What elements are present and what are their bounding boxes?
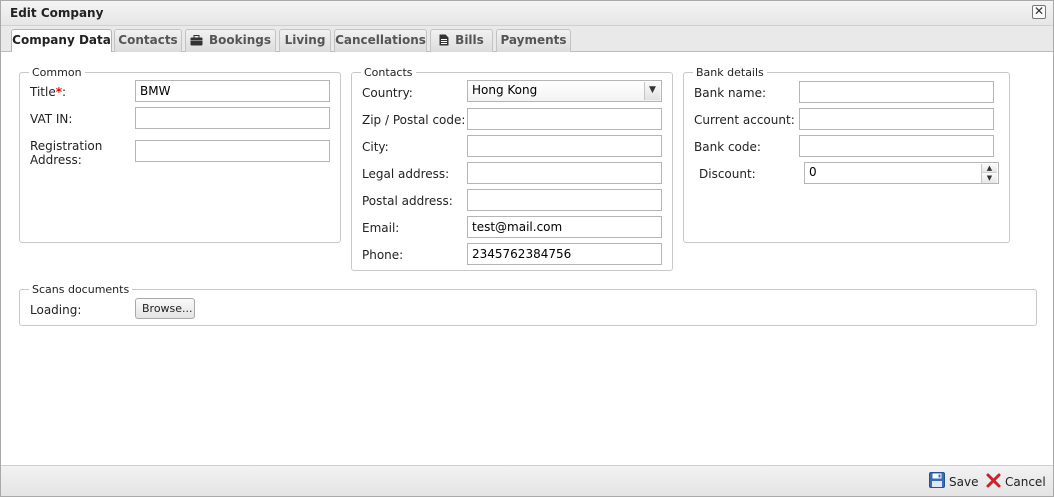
tab-cancellations[interactable]: Cancellations	[334, 29, 427, 52]
bank-name-label: Bank name:	[694, 86, 767, 100]
phone-label: Phone:	[362, 248, 404, 262]
discount-spinner[interactable]: 0 ▲ ▼	[804, 162, 999, 184]
tab-company-data[interactable]: Company Data	[11, 29, 112, 53]
floppy-disk-icon	[929, 472, 945, 491]
phone-input[interactable]	[467, 243, 662, 265]
registration-address-label: Registration Address:	[30, 139, 102, 167]
title-label: Title*:	[30, 85, 66, 99]
discount-label: Discount:	[699, 167, 756, 181]
window-title: Edit Company	[10, 6, 104, 20]
bank-code-input[interactable]	[799, 135, 994, 157]
email-label: Email:	[362, 221, 400, 235]
tab-label: Living	[284, 33, 326, 47]
legal-address-input[interactable]	[467, 162, 662, 184]
discount-value: 0	[809, 165, 817, 179]
tab-bookings[interactable]: Bookings	[185, 29, 276, 52]
cancel-button[interactable]: Cancel	[986, 472, 1046, 491]
current-account-input[interactable]	[799, 108, 994, 130]
zip-input[interactable]	[467, 108, 662, 130]
vat-in-input[interactable]	[135, 107, 330, 129]
save-label: Save	[949, 474, 979, 489]
city-input[interactable]	[467, 135, 662, 157]
dialog-footer: Save Cancel	[1, 465, 1053, 496]
title-label-text: Title	[30, 85, 56, 99]
title-input[interactable]	[135, 80, 330, 102]
country-label: Country:	[362, 86, 413, 100]
spin-up-icon[interactable]: ▲	[982, 164, 997, 173]
tab-label: Company Data	[12, 33, 111, 47]
tab-content-company-data: Common Title*: VAT IN: RegistrationAddre…	[1, 52, 1053, 465]
tab-label: Cancellations	[335, 33, 426, 47]
tab-label: Contacts	[118, 33, 178, 47]
bank-code-label: Bank code:	[694, 140, 761, 154]
tab-bar: Company Data Contacts Bookings Living Ca…	[1, 26, 1053, 53]
vat-in-label: VAT IN:	[30, 112, 73, 126]
city-label: City:	[362, 140, 389, 154]
legal-address-label: Legal address:	[362, 167, 450, 181]
browse-button[interactable]: Browse...	[135, 298, 195, 319]
tab-contacts[interactable]: Contacts	[114, 29, 182, 52]
bank-name-input[interactable]	[799, 81, 994, 103]
cancel-label: Cancel	[1005, 474, 1046, 489]
current-account-label: Current account:	[694, 113, 795, 127]
tab-bills[interactable]: Bills	[430, 29, 493, 52]
edit-company-window: Edit Company ✕ Company Data Contacts Boo…	[0, 0, 1054, 497]
country-select[interactable]: Hong Kong ▼	[467, 80, 662, 102]
registration-label-line2: Address:	[30, 153, 82, 167]
chevron-down-icon[interactable]: ▼	[644, 82, 660, 100]
country-selected-value: Hong Kong	[472, 83, 538, 97]
document-icon	[439, 32, 449, 53]
tab-label: Bills	[455, 33, 484, 47]
red-x-icon	[986, 473, 1001, 491]
common-legend: Common	[32, 66, 82, 79]
spin-down-icon[interactable]: ▼	[982, 174, 997, 183]
close-window-button[interactable]: ✕	[1032, 5, 1046, 19]
zip-label: Zip / Postal code:	[362, 113, 466, 127]
tab-living[interactable]: Living	[279, 29, 331, 52]
postal-address-input[interactable]	[467, 189, 662, 211]
registration-address-input[interactable]	[135, 140, 330, 162]
briefcase-icon	[190, 32, 203, 53]
close-icon: ✕	[1033, 4, 1045, 18]
title-label-colon: :	[62, 85, 67, 99]
tab-label: Bookings	[208, 33, 271, 47]
tab-label: Payments	[500, 33, 567, 47]
tab-payments[interactable]: Payments	[496, 29, 571, 52]
window-titlebar[interactable]: Edit Company ✕	[1, 1, 1053, 26]
bank-details-legend: Bank details	[696, 66, 764, 79]
email-input[interactable]	[467, 216, 662, 238]
loading-label: Loading:	[30, 303, 82, 317]
registration-label-line1: Registration	[30, 139, 103, 153]
postal-address-label: Postal address:	[362, 194, 453, 208]
scans-documents-legend: Scans documents	[32, 283, 130, 296]
contacts-legend: Contacts	[364, 66, 413, 79]
save-button[interactable]: Save	[929, 472, 978, 491]
spinner-controls: ▲ ▼	[981, 164, 997, 183]
